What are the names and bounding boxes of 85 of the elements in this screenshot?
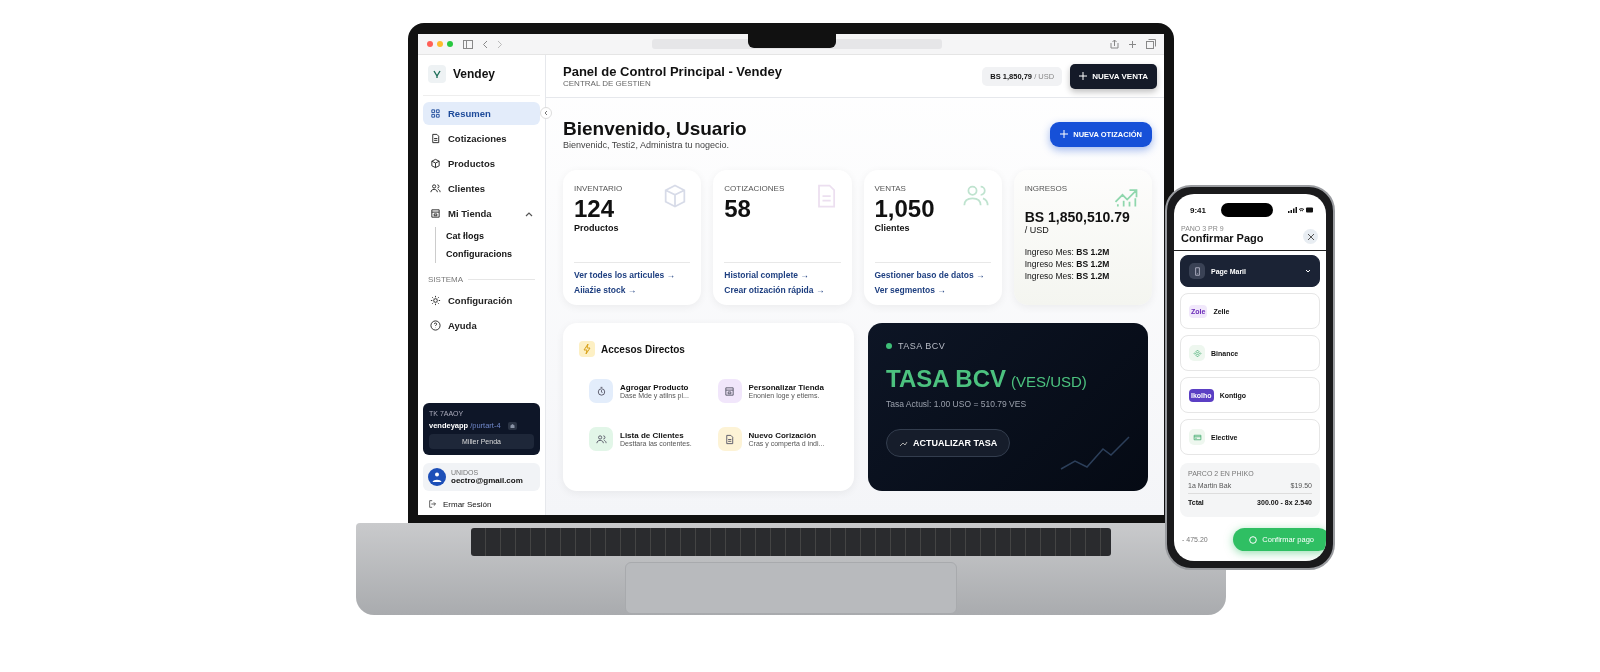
plus-icon [1060, 130, 1069, 138]
back-icon[interactable] [482, 39, 488, 49]
card-link[interactable]: Ver segmentos → [874, 285, 991, 295]
stat-value: 58 [724, 195, 751, 223]
rate-title: TASA BCV [886, 365, 1006, 393]
status-dot-icon [886, 343, 892, 349]
sidebar-item[interactable]: Clientes [423, 177, 540, 200]
share-icon[interactable] [1110, 39, 1119, 49]
card-icon [1189, 429, 1205, 445]
plus-icon [1079, 72, 1088, 80]
sidebar-item[interactable]: Productos [423, 152, 540, 175]
revenue-line: Ingreso Mes: BS 1.2M [1024, 259, 1111, 269]
users-icon [430, 183, 441, 194]
section-label: SISTEMA [428, 275, 464, 284]
forward-icon[interactable] [497, 39, 503, 49]
screen-title: Confirmar Pago [1181, 232, 1264, 244]
update-rate-button[interactable]: ACTUALIZAR TASA [886, 429, 1011, 457]
new-sale-button[interactable]: NUEVA VENTA [1070, 63, 1157, 89]
card-link[interactable]: Historial complete → [724, 270, 841, 280]
card-link[interactable]: Aiiaźie stock → [574, 285, 691, 295]
diamond-icon [1189, 345, 1205, 361]
welcome-title: Bienvenido, Usuario [563, 118, 747, 140]
brand-name: Vendey [453, 67, 496, 81]
users-icon [595, 433, 607, 445]
stat-label: VENTAS [874, 184, 907, 193]
home-icon [507, 421, 517, 430]
settings-icon [430, 295, 441, 306]
card-label: TASA BCV [898, 341, 946, 351]
window-controls-icon[interactable] [426, 40, 454, 48]
sidebar-toggle-icon[interactable] [463, 39, 473, 49]
trend-icon [899, 439, 908, 447]
page-title: Panel de Control Principal - Vendey [563, 64, 783, 79]
document-icon [430, 133, 441, 144]
sidebar-item[interactable]: Resumen [423, 102, 540, 125]
close-button[interactable] [1303, 229, 1318, 244]
stat-value: 124 [574, 195, 615, 223]
grid-icon [430, 108, 441, 119]
revenue-line: Ingreso Mes: BS 1.2M [1024, 247, 1111, 257]
logout-icon [428, 499, 438, 509]
welcome-subtitle: Bienvenidc, Testi2, Administra tu nogecio. [563, 140, 730, 150]
plus-icon[interactable] [1128, 39, 1137, 49]
check-circle-icon [1249, 535, 1258, 544]
chevron-left-icon [543, 110, 549, 116]
box-icon [430, 158, 441, 169]
card-link[interactable]: Gestioner baso de datos → [874, 270, 991, 280]
revenue-line: Ingreso Mes: BS 1.2M [1024, 271, 1111, 281]
sidebar-item[interactable]: Configuración [423, 289, 540, 312]
document-icon [724, 433, 735, 445]
card-link[interactable]: Ver todes los articules → [574, 270, 691, 280]
tabs-icon[interactable] [1146, 39, 1156, 49]
bolt-icon [579, 341, 595, 357]
status-icons [1288, 207, 1314, 213]
chevron-down-icon [1305, 269, 1311, 273]
logo-icon [428, 65, 446, 83]
user-email: oectro@gmail.com [451, 476, 523, 485]
page-subtitle: CENTRAL DE GESTIEN [563, 79, 652, 88]
stat-value: BS 1,850,510.79 [1024, 209, 1131, 225]
trend-line-drawing [1060, 435, 1130, 471]
stat-unit: Clientes [874, 223, 910, 233]
sidebar-item[interactable]: Cotizaciones [423, 127, 540, 150]
phone-icon [1189, 263, 1205, 279]
stat-unit: / USD [1024, 225, 1050, 235]
collapse-sidebar-button[interactable] [540, 107, 552, 119]
stat-label: INGRESOS [1024, 184, 1068, 193]
store-icon [430, 208, 441, 219]
rate-text: Tasa Actusl: 1.00 USO = 510.79 VES [886, 399, 1028, 409]
close-icon [1307, 233, 1314, 240]
status-time: 9:41 [1190, 205, 1206, 215]
help-icon [430, 320, 441, 331]
sidebar-item[interactable]: Mi Tienda [423, 202, 540, 225]
stat-label: INVENTARIO [574, 184, 624, 193]
store-icon [724, 385, 735, 397]
timer-icon [595, 385, 607, 397]
sidebar-subitem[interactable]: Configuracions [436, 245, 540, 263]
dynamic-island [1221, 203, 1273, 217]
stat-unit: Productos [574, 223, 619, 233]
card-link[interactable]: Crear otización rápida → [724, 285, 841, 295]
rate-unit: (VES/USD) [1011, 373, 1087, 390]
stat-label: COTIZACIONES [724, 184, 786, 193]
stat-value: 1,050 [874, 195, 935, 223]
sidebar-item[interactable]: Ayuda [423, 314, 540, 337]
section-title: Accesos Directos [601, 343, 685, 355]
sidebar-subitem[interactable]: Cat łlogs [436, 227, 540, 245]
avatar-icon [428, 468, 446, 486]
logout-link[interactable]: Ermar Sesión [423, 491, 540, 509]
